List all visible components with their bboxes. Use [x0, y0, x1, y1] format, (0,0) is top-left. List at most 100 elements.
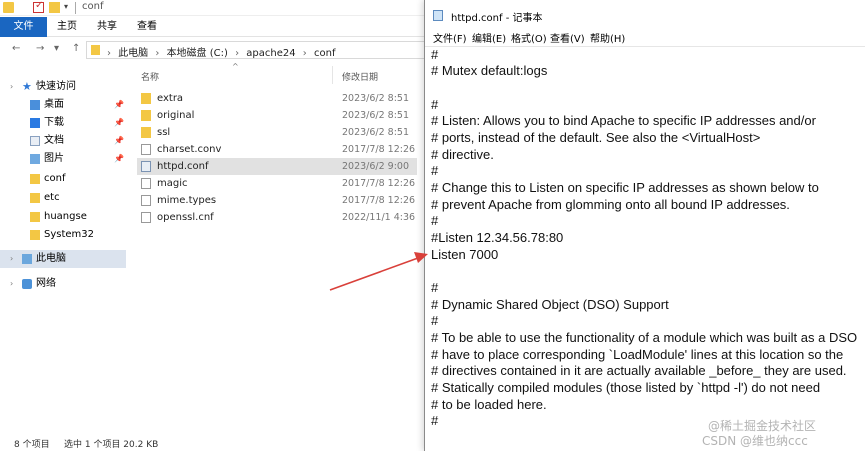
- file-icon: [141, 195, 151, 206]
- text-line: #Listen 12.34.56.78:80: [431, 230, 564, 245]
- file-row[interactable]: original 2023/6/2 8:51: [137, 107, 417, 124]
- file-row[interactable]: mime.types 2017/7/8 12:26: [137, 192, 417, 209]
- breadcrumb-local-disk[interactable]: 本地磁盘 (C:): [167, 48, 228, 59]
- nav-item-label: System32: [44, 229, 95, 240]
- text-line: # have to place corresponding `LoadModul…: [431, 347, 844, 362]
- nav-item-huangse[interactable]: huangse: [0, 208, 126, 226]
- folder-icon: [30, 230, 40, 240]
- file-row[interactable]: magic 2017/7/8 12:26: [137, 175, 417, 192]
- item-count: 8 个项目: [14, 440, 50, 450]
- folder-icon: [3, 2, 14, 13]
- folder-icon: [30, 174, 40, 184]
- file-date: 2017/7/8 12:26: [342, 144, 416, 155]
- nav-item-etc[interactable]: etc: [0, 189, 126, 207]
- breadcrumb-conf[interactable]: conf: [314, 48, 335, 59]
- chevron-right-icon: ›: [155, 48, 160, 59]
- chevron-right-icon[interactable]: ›: [10, 275, 13, 293]
- nav-item-downloads[interactable]: 下载 📌: [0, 114, 126, 132]
- chevron-right-icon: ›: [302, 48, 307, 59]
- chevron-right-icon: ›: [235, 48, 240, 59]
- folder-icon: [141, 93, 151, 104]
- menu-bar: 文件(F) 编辑(E) 格式(O) 查看(V) 帮助(H): [425, 28, 865, 46]
- network-icon: [22, 279, 32, 289]
- chevron-right-icon: ›: [107, 48, 111, 59]
- nav-item-label: etc: [44, 192, 60, 203]
- notepad-window: httpd.conf - 记事本 文件(F) 编辑(E) 格式(O) 查看(V)…: [424, 0, 865, 451]
- this-pc-icon: [22, 254, 32, 264]
- file-row-httpd-conf[interactable]: httpd.conf 2023/6/2 9:00: [137, 158, 417, 175]
- file-row[interactable]: ssl 2023/6/2 8:51: [137, 124, 417, 141]
- tab-home[interactable]: 主页: [57, 17, 77, 37]
- nav-item-pictures[interactable]: 图片 📌: [0, 150, 126, 168]
- menu-file[interactable]: 文件(F): [433, 30, 467, 45]
- text-line: #: [431, 280, 439, 295]
- nav-item-label: 桌面: [44, 99, 64, 110]
- tab-share[interactable]: 共享: [97, 17, 117, 37]
- navigation-pane: › ★ 快速访问 桌面 📌 下载 📌 文档 📌 图片 📌 conf etc hu…: [0, 62, 126, 422]
- nav-item-system32[interactable]: System32: [0, 226, 126, 244]
- column-header-name[interactable]: 名称: [141, 70, 159, 83]
- file-row[interactable]: charset.conv 2017/7/8 12:26: [137, 141, 417, 158]
- nav-item-label: 此电脑: [36, 253, 66, 264]
- chevron-down-icon[interactable]: ›: [10, 78, 13, 96]
- title-divider: [75, 2, 76, 14]
- tab-view[interactable]: 查看: [137, 17, 157, 37]
- file-date: 2022/11/1 4:36: [342, 212, 416, 223]
- nav-item-network[interactable]: › 网络: [0, 275, 126, 293]
- nav-item-quick-access[interactable]: › ★ 快速访问: [0, 78, 126, 96]
- file-name: charset.conv: [157, 144, 222, 155]
- text-line: #: [431, 97, 439, 112]
- text-line: # ports, instead of the default. See als…: [431, 130, 761, 145]
- file-icon: [141, 178, 151, 189]
- text-line: # Statically compiled modules (those lis…: [431, 380, 821, 395]
- star-icon: ★: [22, 80, 32, 93]
- text-line: #: [431, 313, 439, 328]
- menu-help[interactable]: 帮助(H): [590, 30, 625, 45]
- text-line: #: [431, 163, 439, 178]
- breadcrumb-apache24[interactable]: apache24: [246, 48, 295, 59]
- file-icon: [141, 212, 151, 223]
- file-date: 2023/6/2 9:00: [342, 161, 410, 172]
- text-line: # Listen: Allows you to bind Apache to s…: [431, 113, 816, 128]
- text-editor[interactable]: # # Mutex default:logs # # Listen: Allow…: [425, 46, 865, 451]
- nav-item-label: 图片: [44, 153, 64, 164]
- text-line: #: [431, 413, 439, 428]
- forward-arrow-icon[interactable]: →: [36, 43, 44, 54]
- file-date: 2017/7/8 12:26: [342, 195, 416, 206]
- file-row[interactable]: extra 2023/6/2 8:51: [137, 90, 417, 107]
- file-explorer-window: ▾ conf 文件 主页 共享 查看 ← → ▾ ↑ › 此电脑 › 本地磁盘 …: [0, 0, 430, 451]
- file-name: httpd.conf: [157, 161, 209, 172]
- watermark: CSDN @维也纳ccc: [702, 434, 808, 448]
- text-line: # directive.: [431, 147, 494, 162]
- nav-item-this-pc[interactable]: › 此电脑: [0, 250, 126, 268]
- column-divider[interactable]: [332, 66, 333, 84]
- address-bar[interactable]: › 此电脑 › 本地磁盘 (C:) › apache24 › conf: [86, 41, 430, 59]
- menu-format[interactable]: 格式(O): [511, 30, 547, 45]
- column-header-date[interactable]: 修改日期: [342, 70, 378, 83]
- properties-icon[interactable]: [33, 0, 44, 13]
- chevron-right-icon[interactable]: ›: [10, 250, 13, 268]
- up-arrow-icon[interactable]: ↑: [72, 43, 80, 54]
- nav-item-desktop[interactable]: 桌面 📌: [0, 96, 126, 114]
- tab-file[interactable]: 文件: [0, 17, 47, 37]
- new-folder-icon[interactable]: [49, 2, 60, 13]
- text-line: # prevent Apache from glomming onto all …: [431, 197, 790, 212]
- back-arrow-icon[interactable]: ←: [12, 43, 20, 54]
- status-bar: 8 个项目 选中 1 个项目 20.2 KB: [0, 436, 430, 451]
- recent-locations-icon[interactable]: ▾: [54, 43, 59, 54]
- document-icon: [30, 136, 40, 146]
- menu-edit[interactable]: 编辑(E): [472, 30, 506, 45]
- nav-item-conf[interactable]: conf: [0, 170, 126, 188]
- file-row[interactable]: openssl.cnf 2022/11/1 4:36: [137, 209, 417, 226]
- notepad-title: httpd.conf - 记事本: [451, 13, 543, 24]
- pictures-icon: [30, 154, 40, 164]
- file-date: 2023/6/2 8:51: [342, 110, 410, 121]
- nav-item-documents[interactable]: 文档 📌: [0, 132, 126, 150]
- ribbon-tabs: 文件 主页 共享 查看: [0, 17, 430, 37]
- file-date: 2023/6/2 8:51: [342, 93, 410, 104]
- menu-view[interactable]: 查看(V): [550, 30, 585, 45]
- text-line: #: [431, 213, 439, 228]
- quick-access-dropdown-icon[interactable]: ▾: [64, 2, 68, 11]
- text-line: # Change this to Listen on specific IP a…: [431, 180, 819, 195]
- breadcrumb-this-pc[interactable]: 此电脑: [118, 48, 148, 59]
